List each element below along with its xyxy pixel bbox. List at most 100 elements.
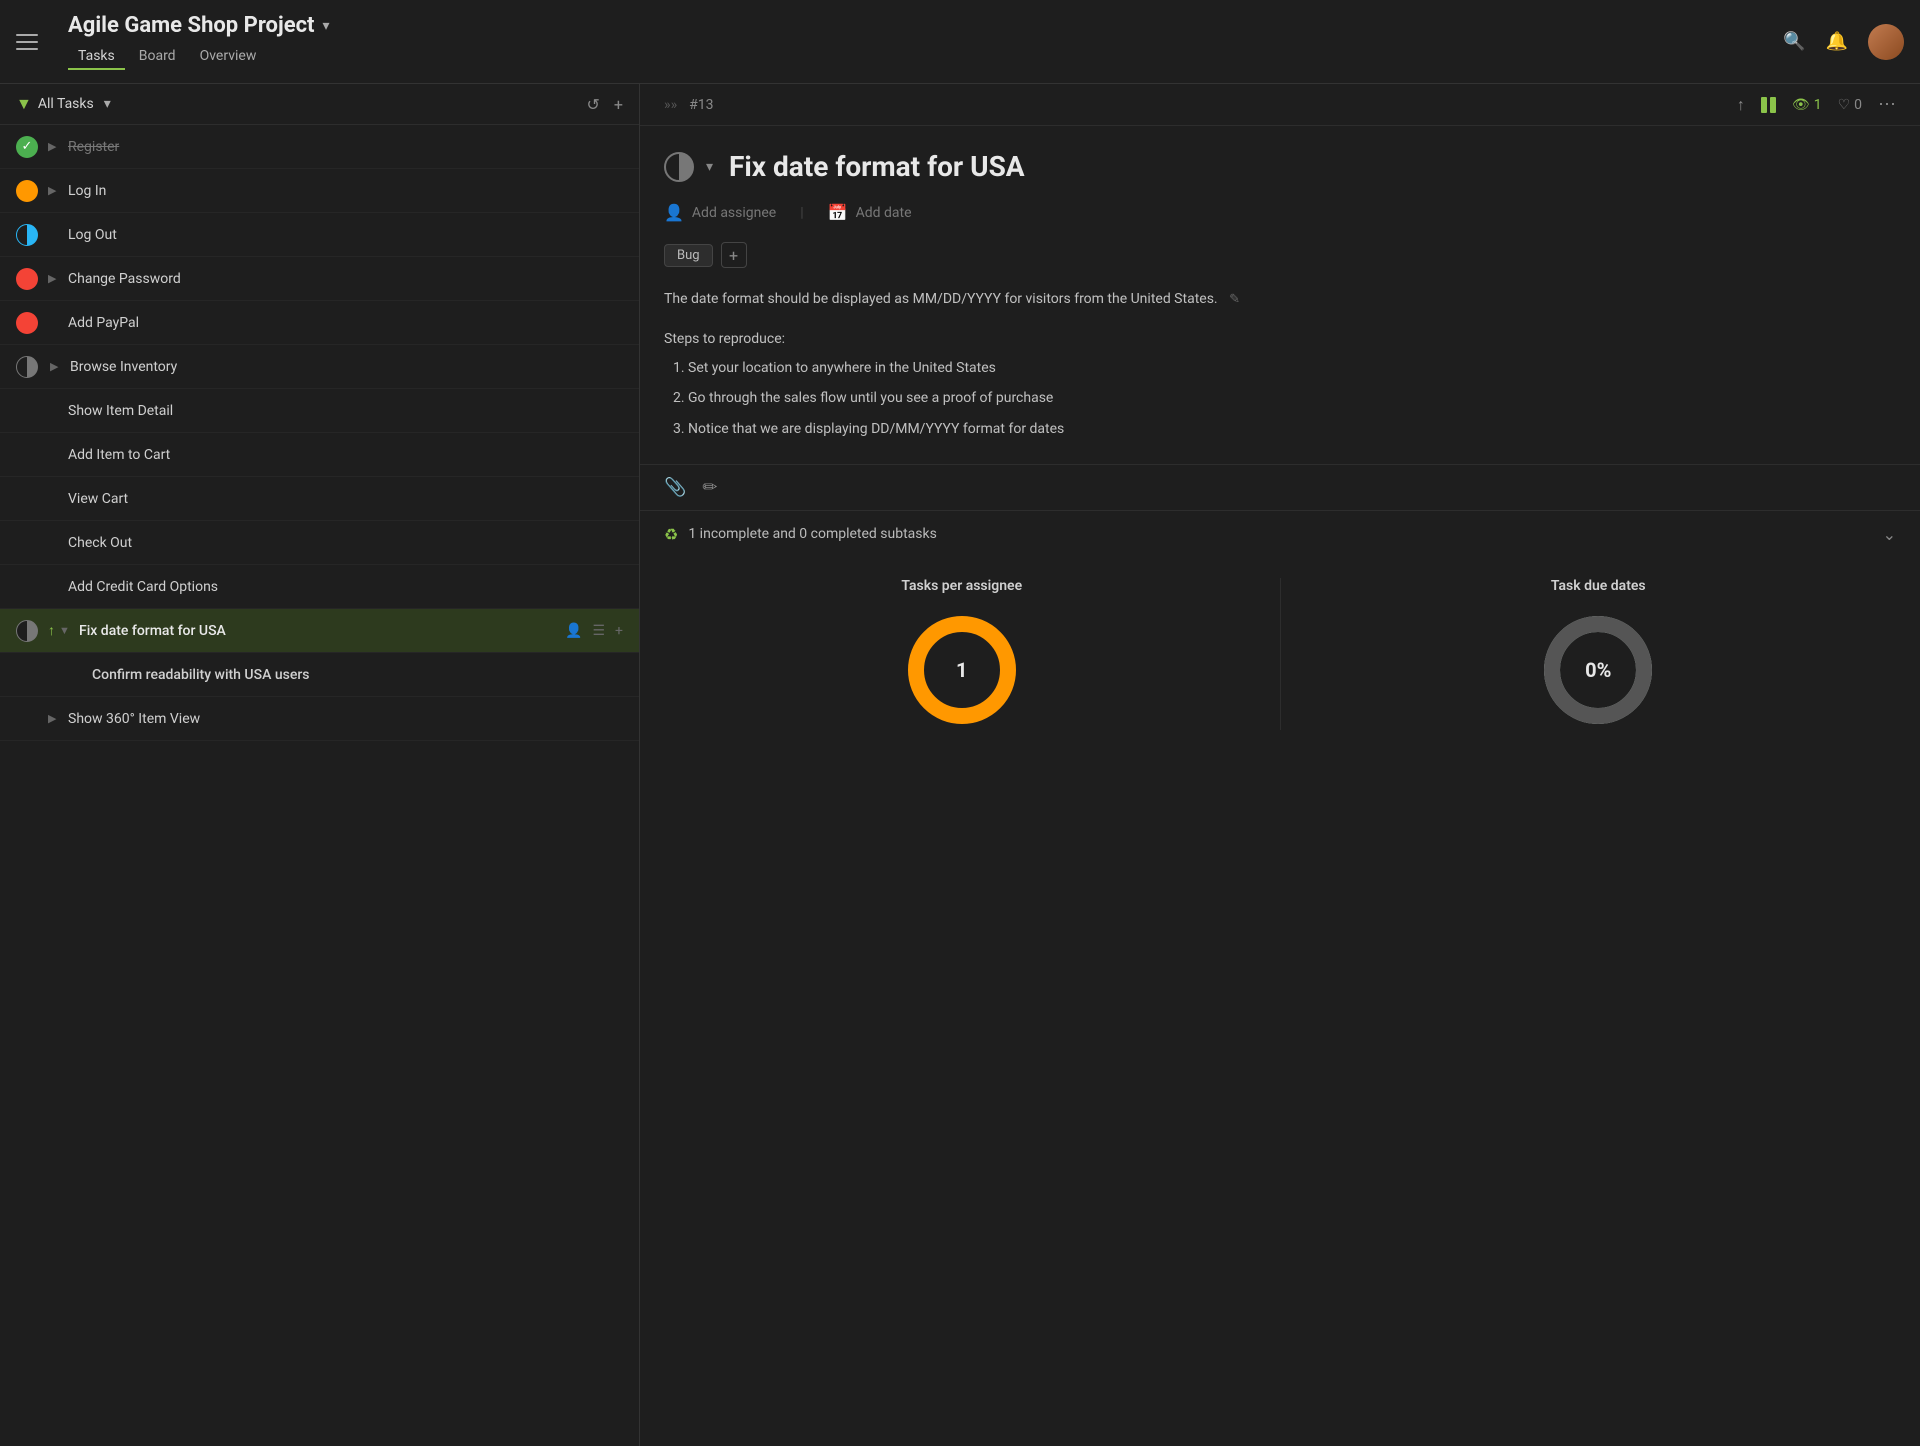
expand-icon[interactable]: ▶ <box>48 184 60 197</box>
main-layout: ▼ All Tasks ▾ ↺ + ✓ ▶ Register ▶ <box>0 84 1920 1446</box>
reset-icon[interactable]: ↺ <box>587 95 600 114</box>
status-icon-orange <box>16 180 38 202</box>
task-name: Change Password <box>68 271 623 287</box>
task-item[interactable]: ▶ Log In <box>0 169 639 213</box>
assignee-action-icon[interactable]: 👤 <box>565 623 582 639</box>
chart-divider <box>1280 578 1281 730</box>
search-icon[interactable]: 🔍 <box>1783 31 1805 52</box>
layout-icon[interactable] <box>1761 97 1776 113</box>
task-item[interactable]: Log Out <box>0 213 639 257</box>
eye-icon: 👁 <box>1792 97 1810 113</box>
charts-row: Tasks per assignee 1 Task due dates <box>640 578 1920 730</box>
expand-icon-active[interactable]: ▼ <box>59 624 71 637</box>
project-title-area: Agile Game Shop Project ▾ Tasks Board Ov… <box>68 13 330 70</box>
tasks-toolbar: ▼ All Tasks ▾ ↺ + <box>0 84 639 125</box>
user-icon: 👤 <box>664 203 684 222</box>
task-item[interactable]: View Cart <box>0 477 639 521</box>
status-icon-active <box>16 620 38 642</box>
task-item[interactable]: Add PayPal <box>0 301 639 345</box>
chart-left-value: 1 <box>956 658 967 682</box>
tab-board[interactable]: Board <box>129 44 186 70</box>
task-item[interactable]: Show Item Detail <box>0 389 639 433</box>
expand-icon[interactable]: ▶ <box>48 140 60 153</box>
all-tasks-label: All Tasks <box>38 96 94 112</box>
heart-icon: ♡ <box>1838 97 1851 113</box>
add-action-icon[interactable]: + <box>615 623 623 639</box>
header-right: 🔍 🔔 <box>1783 24 1904 60</box>
expand-icon[interactable]: ▶ <box>48 712 60 725</box>
chart-tasks-per-assignee: Tasks per assignee 1 <box>664 578 1260 730</box>
project-title: Agile Game Shop Project <box>68 13 314 38</box>
detail-header: »» #13 ↑ 👁 1 ♡ 0 ⋯ <box>640 84 1920 126</box>
subtasks-header[interactable]: ♻ 1 incomplete and 0 completed subtasks … <box>664 525 1896 544</box>
menu-button[interactable] <box>16 26 48 58</box>
date-button[interactable]: 📅 Add date <box>828 203 912 222</box>
task-number: #13 <box>689 97 713 113</box>
assignee-row: 👤 Add assignee | 📅 Add date <box>664 203 1896 222</box>
task-name: Log Out <box>68 227 623 243</box>
status-dropdown-icon[interactable]: ▾ <box>706 159 713 175</box>
list-item: Set your location to anywhere in the Uni… <box>688 357 1896 379</box>
add-tag-button[interactable]: + <box>721 242 747 268</box>
task-name: Browse Inventory <box>70 359 623 375</box>
steps-list: Set your location to anywhere in the Uni… <box>664 357 1896 440</box>
task-item[interactable]: ▶ Show 360° Item View <box>0 697 639 741</box>
date-placeholder: Add date <box>856 205 912 221</box>
more-options-icon[interactable]: ⋯ <box>1878 94 1896 115</box>
status-icon-red <box>16 268 38 290</box>
edit-icon[interactable]: ✎ <box>1229 292 1240 307</box>
like-badge[interactable]: ♡ 0 <box>1838 97 1862 113</box>
chart-left-title: Tasks per assignee <box>901 578 1022 594</box>
task-list: ✓ ▶ Register ▶ Log In Log Out ▶ C <box>0 125 639 1446</box>
attachment-icon[interactable]: 📎 <box>664 477 686 498</box>
project-dropdown-icon[interactable]: ▾ <box>322 18 329 34</box>
task-name: Check Out <box>68 535 623 551</box>
subtask-cycle-icon: ♻ <box>664 525 678 544</box>
tab-overview[interactable]: Overview <box>190 44 267 70</box>
task-detail-title: Fix date format for USA <box>729 150 1025 183</box>
description-section: The date format should be displayed as M… <box>664 288 1896 311</box>
status-icon-grey-half <box>16 356 38 378</box>
toolbar-right: ↺ + <box>587 95 623 114</box>
task-item[interactable]: Add Credit Card Options <box>0 565 639 609</box>
assignee-placeholder: Add assignee <box>692 205 776 221</box>
avatar-image <box>1868 24 1904 60</box>
avatar[interactable] <box>1868 24 1904 60</box>
task-item-active[interactable]: ↑ ▼ Fix date format for USA 👤 ☰ + <box>0 609 639 653</box>
assignee-button[interactable]: 👤 Add assignee <box>664 203 776 222</box>
tab-tasks[interactable]: Tasks <box>68 44 125 70</box>
like-count: 0 <box>1854 97 1862 113</box>
left-panel: ▼ All Tasks ▾ ↺ + ✓ ▶ Register ▶ <box>0 84 640 1446</box>
all-tasks-filter[interactable]: ▼ All Tasks ▾ <box>16 94 111 114</box>
watch-count: 1 <box>1814 97 1822 113</box>
task-item[interactable]: Check Out <box>0 521 639 565</box>
navigate-forward-icon[interactable]: »» <box>664 97 677 113</box>
chart-right-value: 0% <box>1585 658 1611 682</box>
subtask-collapse-icon[interactable]: ⌄ <box>1883 525 1896 544</box>
task-name: Register <box>68 139 623 155</box>
detail-header-right: ↑ 👁 1 ♡ 0 ⋯ <box>1737 94 1896 115</box>
tag-bug[interactable]: Bug <box>664 244 713 267</box>
task-name: Log In <box>68 183 623 199</box>
move-up-icon[interactable]: ↑ <box>1737 95 1745 115</box>
expand-icon[interactable]: ▶ <box>48 272 60 285</box>
chart-right-title: Task due dates <box>1551 578 1646 594</box>
notifications-icon[interactable]: 🔔 <box>1826 31 1848 52</box>
task-item[interactable]: ✓ ▶ Register <box>0 125 639 169</box>
expand-icon[interactable]: ▶ <box>50 360 62 373</box>
task-item[interactable]: Confirm readability with USA users <box>0 653 639 697</box>
task-item[interactable]: ▶ Browse Inventory <box>0 345 639 389</box>
details-action-icon[interactable]: ☰ <box>592 623 605 639</box>
drawing-icon[interactable]: ✏ <box>702 477 717 498</box>
task-item[interactable]: Add Item to Cart <box>0 433 639 477</box>
subtasks-section: ♻ 1 incomplete and 0 completed subtasks … <box>640 511 1920 558</box>
add-task-icon[interactable]: + <box>614 95 623 114</box>
calendar-icon: 📅 <box>828 203 848 222</box>
nav-tabs: Tasks Board Overview <box>68 44 330 70</box>
task-title-row: ▾ Fix date format for USA <box>664 150 1896 183</box>
task-status-button[interactable] <box>664 152 694 182</box>
watch-badge[interactable]: 👁 1 <box>1792 97 1822 113</box>
filter-dropdown-icon: ▾ <box>104 96 111 112</box>
task-actions: 👤 ☰ + <box>565 623 623 639</box>
task-item[interactable]: ▶ Change Password <box>0 257 639 301</box>
